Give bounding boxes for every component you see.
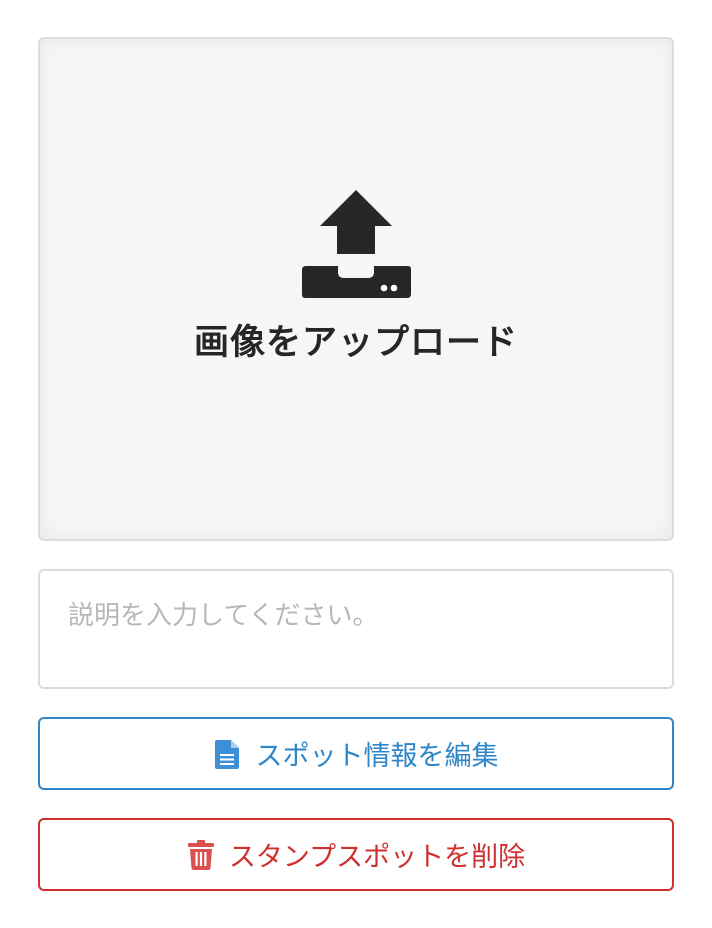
- delete-stamp-spot-label: スタンプスポットを削除: [228, 842, 526, 873]
- spot-form: 画像をアップロード スポット情報を編集 スタンプスポットを削: [0, 0, 712, 928]
- upload-label: 画像をアップロード: [193, 323, 518, 363]
- trash-icon: [187, 839, 215, 871]
- document-icon: [214, 738, 242, 770]
- description-input[interactable]: [38, 569, 674, 689]
- edit-spot-label: スポット情報を編集: [255, 741, 499, 772]
- edit-spot-button[interactable]: スポット情報を編集: [38, 717, 674, 790]
- delete-stamp-spot-button[interactable]: スタンプスポットを削除: [38, 818, 674, 891]
- upload-icon: [302, 190, 411, 298]
